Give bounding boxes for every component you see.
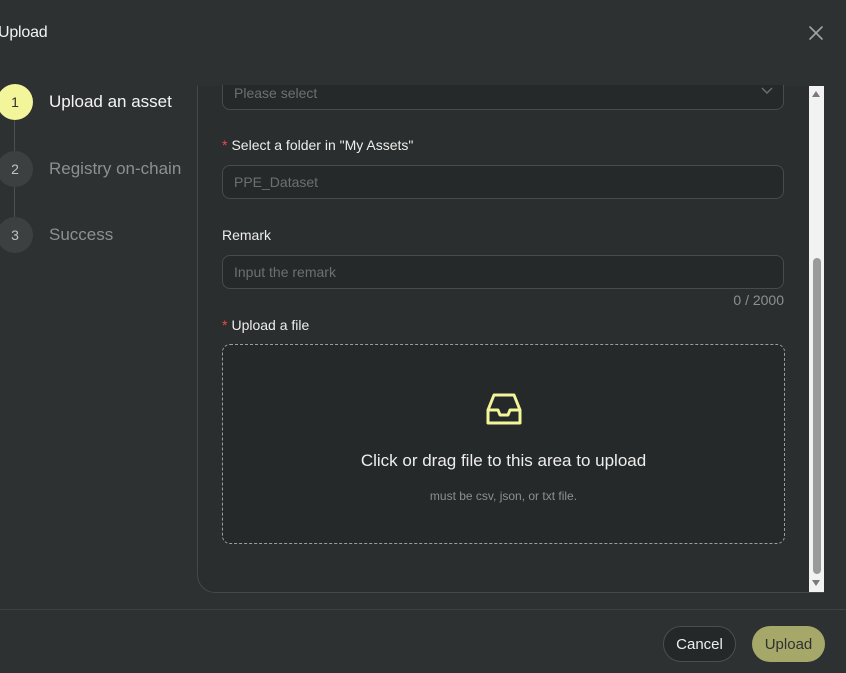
step-label: Upload an asset — [49, 92, 172, 111]
scroll-thumb[interactable] — [813, 258, 821, 574]
select-placeholder: Please select — [234, 85, 318, 101]
folder-value: PPE_Dataset — [234, 174, 319, 190]
scroll-down-arrow[interactable] — [812, 580, 820, 586]
file-label-text: Upload a file — [231, 317, 310, 333]
folder-label: * Select a folder in "My Assets" — [222, 137, 413, 153]
file-label: * Upload a file — [222, 317, 309, 333]
step-success: 3 Success — [0, 217, 196, 253]
step-number: 2 — [0, 151, 33, 187]
dropzone-hint: must be csv, json, or txt file. — [429, 489, 578, 503]
close-icon[interactable] — [806, 23, 826, 43]
upload-button[interactable]: Upload — [752, 626, 825, 662]
file-dropzone[interactable]: Click or drag file to this area to uploa… — [222, 344, 785, 544]
inbox-icon — [486, 393, 522, 425]
modal-title: Upload — [0, 24, 48, 41]
step-label: Success — [49, 225, 114, 244]
folder-field[interactable]: PPE_Dataset — [222, 165, 784, 199]
remark-input[interactable]: Input the remark — [222, 255, 784, 289]
step-registry-on-chain: 2 Registry on-chain — [0, 151, 196, 187]
scroll-up-arrow[interactable] — [812, 91, 820, 97]
footer-divider — [0, 609, 846, 610]
remark-char-counter: 0 / 2000 — [733, 292, 784, 308]
form-scrollbar[interactable] — [809, 86, 824, 592]
asset-type-select[interactable]: Please select — [222, 85, 784, 110]
step-number: 3 — [0, 217, 33, 253]
required-mark: * — [222, 137, 228, 153]
step-upload-asset: 1 Upload an asset — [0, 84, 196, 120]
step-connector — [14, 187, 15, 217]
chevron-down-icon — [761, 87, 773, 94]
dropzone-text: Click or drag file to this area to uploa… — [360, 451, 647, 470]
step-connector — [14, 120, 15, 151]
required-mark: * — [222, 317, 228, 333]
close-button[interactable] — [806, 23, 826, 43]
step-number: 1 — [0, 84, 33, 120]
folder-label-text: Select a folder in "My Assets" — [231, 137, 414, 153]
cancel-button[interactable]: Cancel — [663, 626, 736, 662]
remark-placeholder: Input the remark — [234, 264, 336, 280]
remark-label: Remark — [222, 227, 272, 243]
step-label: Registry on-chain — [49, 159, 182, 178]
